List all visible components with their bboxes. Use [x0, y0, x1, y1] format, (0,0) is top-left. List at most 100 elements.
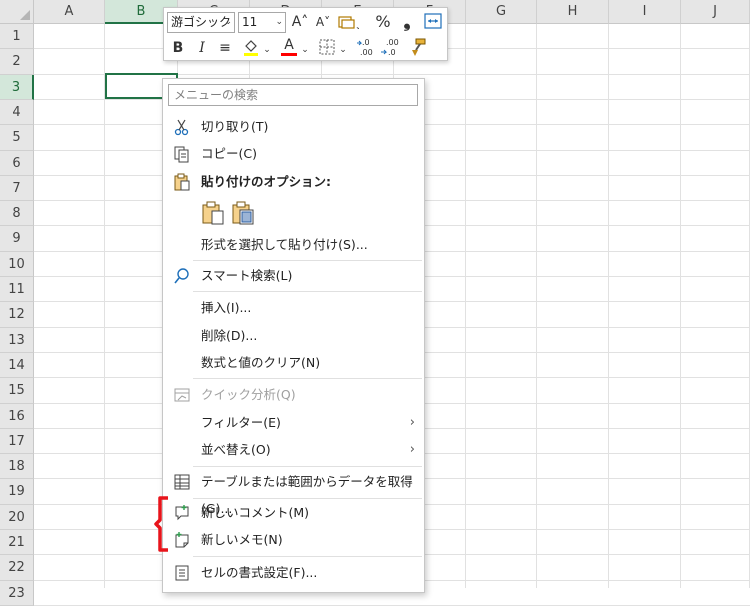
note-icon — [175, 532, 189, 548]
clipboard-icon — [174, 173, 190, 191]
menu-search-input[interactable]: メニューの検索 — [168, 84, 418, 106]
decrease-font-size-button[interactable]: A˅ — [314, 13, 332, 31]
menu-item-copy[interactable]: コピー(C) — [163, 140, 424, 167]
highlight-bracket — [154, 496, 168, 552]
row-header-2[interactable]: 2 — [0, 49, 34, 75]
chevron-down-icon[interactable]: ⌄ — [301, 41, 309, 59]
paste-icon[interactable] — [201, 201, 225, 225]
chevron-down-icon[interactable]: ⌄ — [339, 41, 347, 59]
menu-item-clear-contents[interactable]: 数式と値のクリア(N) — [163, 349, 424, 376]
row-header-21[interactable]: 21 — [0, 530, 34, 555]
paste-values-icon[interactable] — [231, 201, 255, 225]
row-header-4[interactable]: 4 — [0, 100, 34, 125]
row-header-19[interactable]: 19 — [0, 479, 34, 505]
column-header-j[interactable]: J — [681, 0, 750, 24]
svg-text:.00: .00 — [386, 38, 399, 47]
column-header-a[interactable]: A — [34, 0, 105, 24]
row-header-20[interactable]: 20 — [0, 505, 34, 530]
row-header-11[interactable]: 11 — [0, 277, 34, 302]
row-header-10[interactable]: 10 — [0, 252, 34, 277]
row-header-15[interactable]: 15 — [0, 378, 34, 404]
format-cells-icon — [175, 565, 189, 581]
font-size-dropdown[interactable]: 11 ⌄ — [238, 12, 286, 33]
row-header-9[interactable]: 9 — [0, 226, 34, 252]
row-header-22[interactable]: 22 — [0, 555, 34, 581]
row-header-1[interactable]: 1 — [0, 24, 34, 49]
svg-text:.0: .0 — [362, 38, 370, 47]
menu-separator — [193, 556, 422, 557]
svg-text:⌄: ⌄ — [355, 22, 359, 31]
menu-item-new-comment[interactable]: 新しいコメント(M) — [163, 499, 424, 526]
row-header-23[interactable]: 23 — [0, 581, 34, 606]
accounting-format-icon: ⌄ — [338, 16, 362, 31]
context-menu: メニューの検索 切り取り(T) コピー(C) 貼り付けのオプション: 形式を選択… — [162, 78, 425, 593]
merge-center-icon — [424, 13, 442, 29]
percent-style-button[interactable]: % — [374, 13, 392, 31]
row-header-18[interactable]: 18 — [0, 454, 34, 479]
merge-center-button[interactable] — [424, 12, 442, 35]
menu-item-insert[interactable]: 挿入(I)... — [163, 294, 424, 321]
menu-item-quick-analysis: クイック分析(Q) — [163, 381, 424, 408]
row-header-17[interactable]: 17 — [0, 429, 34, 454]
row-header-16[interactable]: 16 — [0, 404, 34, 429]
font-size-value: 11 — [242, 15, 258, 29]
select-all-corner[interactable] — [0, 0, 34, 24]
menu-separator — [193, 260, 422, 261]
accounting-format-button[interactable]: ⌄ — [337, 13, 362, 36]
menu-item-smart-lookup[interactable]: スマート検索(L) — [163, 262, 424, 289]
decrease-decimal-icon: .00.0 — [381, 38, 399, 57]
chevron-down-icon[interactable]: ⌄ — [263, 41, 271, 59]
increase-font-size-button[interactable]: A˄ — [291, 13, 309, 31]
chevron-right-icon: › — [409, 415, 415, 430]
fill-color-button[interactable] — [241, 37, 261, 62]
menu-item-delete[interactable]: 削除(D)... — [163, 322, 424, 349]
font-name-value: 游ゴシック — [171, 15, 232, 29]
menu-item-format-cells[interactable]: セルの書式設定(F)... — [163, 559, 424, 586]
menu-item-new-note[interactable]: 新しいメモ(N) — [163, 526, 424, 553]
format-painter-icon — [412, 38, 426, 56]
menu-item-filter[interactable]: フィルター(E) › — [163, 409, 424, 436]
borders-button[interactable] — [318, 38, 336, 61]
menu-separator — [193, 291, 422, 292]
menu-item-paste-special[interactable]: 形式を選択して貼り付け(S)... — [163, 231, 424, 258]
column-header-h[interactable]: H — [537, 0, 609, 24]
chevron-down-icon: ⌄ — [224, 17, 232, 27]
row-header-12[interactable]: 12 — [0, 302, 34, 328]
increase-decimal-button[interactable]: .0.00 — [356, 37, 378, 64]
column-header-i[interactable]: I — [609, 0, 681, 24]
decrease-decimal-button[interactable]: .00.0 — [380, 37, 402, 64]
borders-icon — [319, 39, 335, 55]
chevron-down-icon: ⌄ — [275, 17, 283, 27]
row-header-13[interactable]: 13 — [0, 328, 34, 353]
row-header-8[interactable]: 8 — [0, 201, 34, 226]
menu-item-get-data[interactable]: テーブルまたは範囲からデータを取得(G)... — [163, 468, 424, 516]
column-header-g[interactable]: G — [466, 0, 537, 24]
paint-bucket-icon — [244, 40, 258, 56]
italic-button[interactable]: I — [195, 39, 209, 57]
row-header-3[interactable]: 3 — [0, 75, 34, 100]
row-header-14[interactable]: 14 — [0, 353, 34, 378]
comment-icon — [175, 505, 189, 521]
svg-text:.00: .00 — [360, 48, 373, 57]
menu-item-cut[interactable]: 切り取り(T) — [163, 113, 424, 140]
table-icon — [174, 474, 190, 490]
search-icon — [174, 268, 189, 284]
row-header-5[interactable]: 5 — [0, 125, 34, 151]
menu-separator — [193, 466, 422, 467]
chevron-right-icon: › — [409, 442, 415, 457]
bold-button[interactable]: B — [171, 39, 185, 57]
increase-decimal-icon: .0.00 — [357, 38, 373, 57]
row-header-6[interactable]: 6 — [0, 151, 34, 176]
scissors-icon — [174, 119, 189, 136]
mini-toolbar: 游ゴシック ⌄ 11 ⌄ A˄ A˅ ⌄ % ❟ B I ≡ ⌄ A ⌄ ⌄ .… — [163, 7, 448, 61]
menu-item-paste-options: 貼り付けのオプション: — [163, 168, 424, 195]
row-header-7[interactable]: 7 — [0, 176, 34, 201]
comma-style-button[interactable]: ❟ — [400, 13, 414, 31]
font-name-dropdown[interactable]: 游ゴシック ⌄ — [167, 12, 235, 33]
center-align-button[interactable]: ≡ — [217, 39, 233, 57]
format-painter-button[interactable] — [408, 37, 428, 62]
quick-analysis-icon — [174, 388, 190, 402]
copy-icon — [174, 146, 189, 163]
menu-item-sort[interactable]: 並べ替え(O) › — [163, 436, 424, 463]
font-color-button[interactable]: A — [280, 37, 298, 56]
